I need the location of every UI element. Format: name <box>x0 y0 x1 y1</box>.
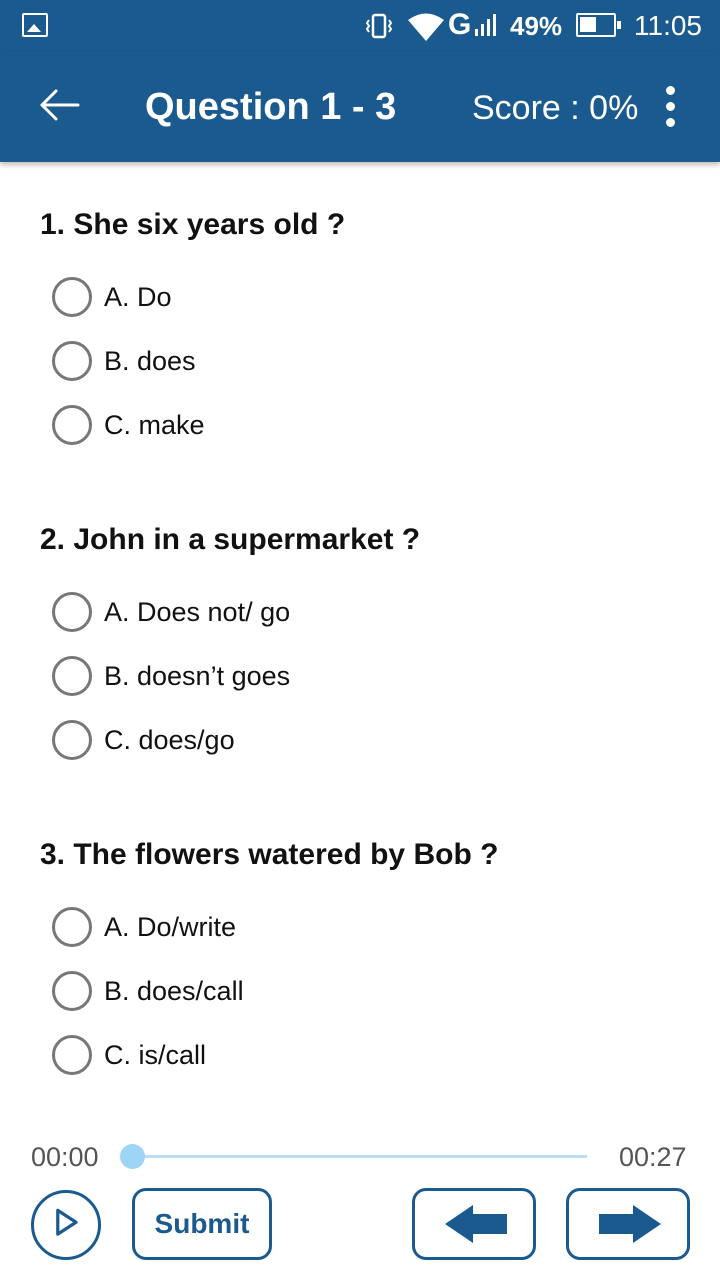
seek-thumb[interactable] <box>120 1144 145 1169</box>
question-2-option-b[interactable]: B. doesn’t goes <box>50 655 610 699</box>
current-time: 00:00 <box>31 1142 99 1172</box>
question-2-option-c[interactable]: C. does/go <box>50 719 610 763</box>
option-label: C. make <box>104 410 205 440</box>
wifi-icon <box>408 13 444 41</box>
question-3-text: 3. The flowers watered by Bob ? <box>40 838 499 871</box>
option-label: A. Do <box>104 282 172 312</box>
signal-icon <box>475 14 496 36</box>
arrow-right-bold-icon <box>599 1205 661 1243</box>
battery-percent: 49% <box>510 11 563 41</box>
question-3-option-c[interactable]: C. is/call <box>50 1034 610 1078</box>
clock: 11:05 <box>634 10 702 41</box>
battery-icon <box>576 13 621 37</box>
radio-button[interactable] <box>52 907 92 947</box>
total-time: 00:27 <box>619 1142 687 1172</box>
radio-button[interactable] <box>52 1035 92 1075</box>
page-title: Question 1 - 3 <box>145 86 397 128</box>
radio-button[interactable] <box>52 277 92 317</box>
option-label: B. does/call <box>104 976 244 1006</box>
option-label: A. Does not/ go <box>104 597 291 627</box>
vibrate-icon <box>366 13 392 39</box>
network-type: G <box>448 8 472 41</box>
arrow-left-bold-icon <box>445 1205 507 1243</box>
question-1-option-c[interactable]: C. make <box>50 404 610 448</box>
radio-button[interactable] <box>52 656 92 696</box>
radio-button[interactable] <box>52 405 92 445</box>
radio-button[interactable] <box>52 341 92 381</box>
question-3-option-b[interactable]: B. does/call <box>50 970 610 1014</box>
next-button[interactable] <box>566 1188 690 1260</box>
app-bar: Question 1 - 3 Score : 0% <box>0 52 720 162</box>
option-label: A. Do/write <box>104 912 237 942</box>
question-1-text: 1. She six years old ? <box>40 208 346 241</box>
submit-button[interactable]: Submit <box>132 1188 272 1260</box>
option-label: B. does <box>104 346 196 376</box>
question-3-option-a[interactable]: A. Do/write <box>50 906 610 950</box>
play-icon <box>56 1208 78 1236</box>
status-bar: G 49% 11:05 <box>0 0 720 52</box>
radio-button[interactable] <box>52 592 92 632</box>
more-vert-icon[interactable] <box>656 82 686 132</box>
question-1-option-a[interactable]: A. Do <box>50 276 610 320</box>
image-icon <box>22 13 48 37</box>
seek-bar[interactable] <box>132 1155 587 1158</box>
option-label: C. is/call <box>104 1040 207 1070</box>
play-button[interactable] <box>31 1190 101 1260</box>
option-label: B. doesn’t goes <box>104 661 291 691</box>
question-2-text: 2. John in a supermarket ? <box>40 523 421 556</box>
option-label: C. does/go <box>104 725 235 755</box>
question-1-option-b[interactable]: B. does <box>50 340 610 384</box>
arrow-left-icon[interactable] <box>36 82 82 128</box>
previous-button[interactable] <box>412 1188 536 1260</box>
radio-button[interactable] <box>52 971 92 1011</box>
score-label: Score : 0% <box>472 89 639 127</box>
question-2-option-a[interactable]: A. Does not/ go <box>50 591 610 635</box>
radio-button[interactable] <box>52 720 92 760</box>
